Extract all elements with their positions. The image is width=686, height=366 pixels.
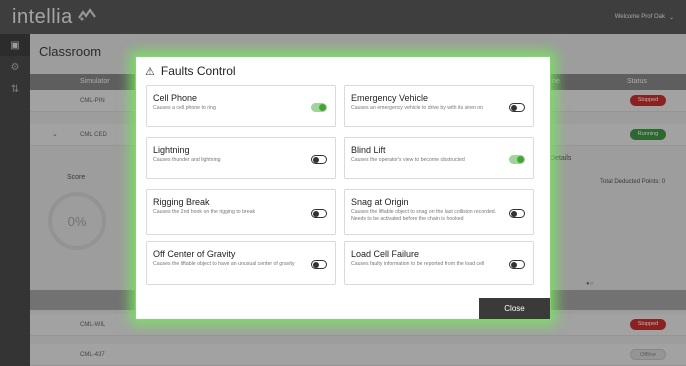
fault-title: Off Center of Gravity [153, 249, 236, 259]
warning-icon: ⚠ [145, 65, 155, 78]
fault-card-blind-lift: Blind Lift Causes the operator's view to… [344, 137, 534, 179]
fault-description: Causes an emergency vehicle to drive by … [351, 105, 484, 111]
fault-title: Rigging Break [153, 197, 210, 207]
fault-card-cell-phone: Cell Phone Causes a cell phone to ring [146, 85, 336, 127]
fault-title: Blind Lift [351, 145, 386, 155]
fault-toggle[interactable] [311, 209, 327, 218]
fault-toggle[interactable] [509, 103, 525, 112]
fault-description: Causes the operator's view to become obs… [351, 157, 465, 163]
fault-card-emergency-vehicle: Emergency Vehicle Causes an emergency ve… [344, 85, 534, 127]
fault-description: Causes the 2nd hook on the rigging to br… [153, 209, 256, 215]
fault-card-snag-at-origin: Snag at Origin Causes the liftable objec… [344, 189, 534, 235]
fault-card-load-cell-failure: Load Cell Failure Causes faulty informat… [344, 241, 534, 285]
fault-toggle[interactable] [311, 155, 327, 164]
fault-title: Snag at Origin [351, 197, 409, 207]
dialog-header: ⚠ Faults Control [145, 64, 236, 78]
fault-toggle[interactable] [509, 209, 525, 218]
fault-card-off-center-of-gravity: Off Center of Gravity Causes the liftabl… [146, 241, 336, 285]
fault-description: Causes a cell phone to ring [153, 105, 216, 111]
fault-toggle[interactable] [311, 260, 327, 269]
faults-control-dialog: ⚠ Faults Control Cell Phone Causes a cel… [135, 56, 551, 320]
fault-card-rigging-break: Rigging Break Causes the 2nd hook on the… [146, 189, 336, 235]
fault-title: Cell Phone [153, 93, 198, 103]
close-button[interactable]: Close [479, 298, 550, 319]
fault-description: Causes the liftable object to snag on th… [351, 209, 497, 222]
fault-toggle[interactable] [509, 260, 525, 269]
fault-toggle[interactable] [509, 155, 525, 164]
fault-title: Emergency Vehicle [351, 93, 429, 103]
fault-title: Load Cell Failure [351, 249, 420, 259]
fault-description: Causes faulty information to be reported… [351, 261, 485, 267]
fault-description: Causes the liftable object to have an un… [153, 261, 295, 267]
dialog-title: Faults Control [160, 64, 236, 78]
fault-title: Lightning [153, 145, 190, 155]
fault-toggle[interactable] [311, 103, 327, 112]
fault-description: Causes thunder and lightning [153, 157, 221, 163]
fault-card-lightning: Lightning Causes thunder and lightning [146, 137, 336, 179]
